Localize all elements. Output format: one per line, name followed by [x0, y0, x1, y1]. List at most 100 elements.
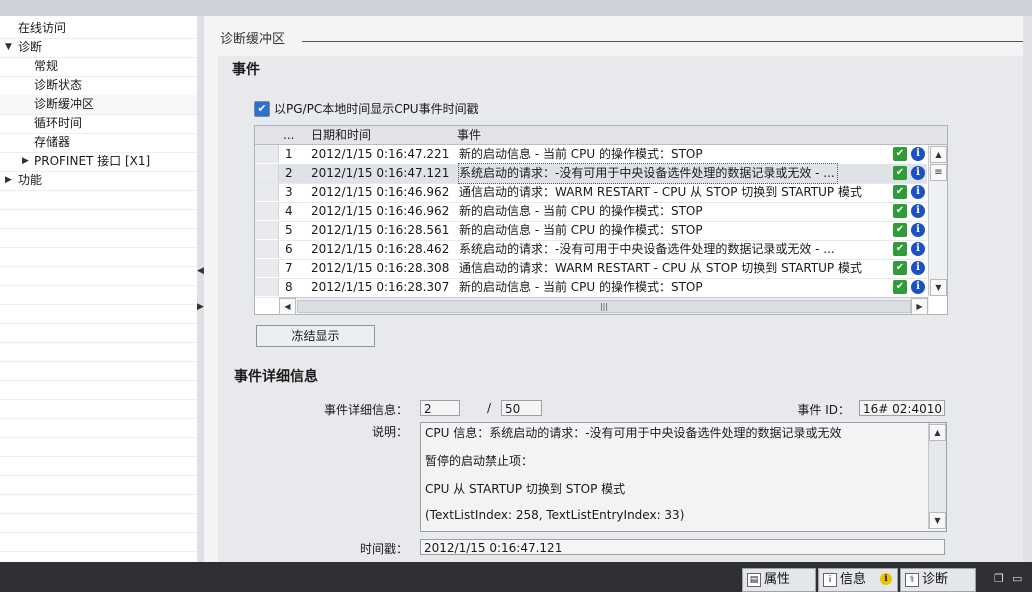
- diagnostics-icon: ⚕: [905, 573, 919, 587]
- table-row-selected[interactable]: 2 2012/1/15 0:16:47.121 系统启动的请求：-没有可用于中央…: [255, 163, 927, 184]
- top-bar: [0, 0, 1032, 17]
- info-icon[interactable]: i: [911, 147, 925, 161]
- tree-item-label: 诊断缓冲区: [34, 97, 95, 111]
- scroll-thumb[interactable]: |||: [297, 300, 911, 313]
- info-icon[interactable]: i: [911, 280, 925, 294]
- event-detail-label: 事件详细信息：: [323, 403, 408, 417]
- scroll-down-icon[interactable]: ▼: [929, 512, 946, 529]
- collapse-left-icon[interactable]: ◀: [197, 264, 204, 278]
- row-number: 8: [285, 280, 293, 294]
- local-time-checkbox[interactable]: ✔: [254, 101, 270, 117]
- row-number: 6: [285, 242, 293, 256]
- diagnostics-tab-label: 诊断: [922, 572, 949, 587]
- freeze-display-button[interactable]: 冻结显示: [256, 325, 375, 347]
- info-icon[interactable]: i: [911, 223, 925, 237]
- info-warning-icon: i: [880, 573, 892, 585]
- table-header: ... 日期和时间 事件: [255, 126, 947, 145]
- right-edge-strip: [1023, 16, 1032, 562]
- event-detail-index-field[interactable]: 2: [420, 400, 460, 416]
- row-event: 系统启动的请求：-没有可用于中央设备选件处理的数据记录或无效 - ...: [458, 163, 838, 184]
- ok-check-icon: ✔: [893, 204, 907, 218]
- tree-item-cycle-time[interactable]: 循环时间: [0, 114, 197, 134]
- row-datetime: 2012/1/15 0:16:28.308: [311, 261, 450, 275]
- collapsed-arrow-icon[interactable]: ▶: [5, 171, 12, 190]
- content-area: 诊断缓冲区 事件 ✔ 以PG/PC本地时间显示CPU事件时间戳 ... 日期和时…: [204, 16, 1032, 562]
- tree-item-profinet-interface[interactable]: ▶ PROFINET 接口 [X1]: [0, 152, 197, 172]
- tree-item-label: 诊断状态: [34, 78, 83, 92]
- row-datetime: 2012/1/15 0:16:46.962: [311, 204, 450, 218]
- row-event: 系统启动的请求：-没有可用于中央设备选件处理的数据记录或无效 - ...: [459, 242, 835, 256]
- expand-right-icon[interactable]: ▶: [197, 300, 204, 314]
- table-row[interactable]: 5 2012/1/15 0:16:28.561 新的启动信息 - 当前 CPU …: [255, 221, 927, 241]
- table-row[interactable]: 7 2012/1/15 0:16:28.308 通信启动的请求：WARM RES…: [255, 259, 927, 279]
- ok-check-icon: ✔: [893, 242, 907, 256]
- tree-item-diagnostic-status[interactable]: 诊断状态: [0, 76, 197, 96]
- diagnostics-tab[interactable]: ⚕ 诊断: [900, 568, 976, 592]
- tree-item-functions[interactable]: ▶ 功能: [0, 171, 197, 191]
- table-row[interactable]: 3 2012/1/15 0:16:46.962 通信启动的请求：WARM RES…: [255, 183, 927, 203]
- navigation-tree: 在线访问 ▼ 诊断 常规 诊断状态 诊断缓冲区 循环时间 存储器 ▶ PROFI…: [0, 16, 198, 562]
- pane-splitter[interactable]: ◀ ▶: [197, 16, 204, 562]
- info-icon[interactable]: i: [911, 185, 925, 199]
- table-row[interactable]: 4 2012/1/15 0:16:46.962 新的启动信息 - 当前 CPU …: [255, 202, 927, 222]
- info-tab-icon: i: [823, 573, 837, 587]
- table-row[interactable]: 1 2012/1/15 0:16:47.221 新的启动信息 - 当前 CPU …: [255, 145, 927, 165]
- tree-item-label: PROFINET 接口 [X1]: [34, 154, 151, 168]
- info-icon[interactable]: i: [911, 261, 925, 275]
- scroll-up-icon[interactable]: ▲: [929, 424, 946, 441]
- minimize-panel-icon[interactable]: ▭: [1012, 572, 1022, 585]
- scroll-down-icon[interactable]: ▼: [930, 279, 947, 296]
- expanded-arrow-icon[interactable]: ▼: [5, 38, 12, 57]
- column-header-event[interactable]: 事件: [457, 127, 481, 143]
- properties-icon: ▤: [747, 573, 761, 587]
- event-id-label: 事件 ID：: [797, 403, 850, 417]
- row-event: 新的启动信息 - 当前 CPU 的操作模式：STOP: [459, 280, 703, 294]
- description-scrollbar[interactable]: ▲ ▼: [928, 423, 946, 529]
- tree-item-general[interactable]: 常规: [0, 57, 197, 77]
- ok-check-icon: ✔: [893, 185, 907, 199]
- table-vertical-scrollbar[interactable]: ▲ ≡ ▼: [928, 145, 947, 296]
- info-tab[interactable]: i 信息 i: [818, 568, 898, 592]
- column-header-index[interactable]: ...: [283, 127, 294, 143]
- row-number: 7: [285, 261, 293, 275]
- section-title: 诊断缓冲区: [220, 32, 286, 47]
- description-label: 说明：: [371, 425, 408, 439]
- row-number: 1: [285, 147, 293, 161]
- ok-check-icon: ✔: [893, 261, 907, 275]
- column-header-datetime[interactable]: 日期和时间: [311, 127, 371, 143]
- tree-item-online-access[interactable]: 在线访问: [0, 19, 197, 39]
- row-datetime: 2012/1/15 0:16:47.121: [311, 166, 450, 180]
- info-icon[interactable]: i: [911, 242, 925, 256]
- scroll-grip-icon[interactable]: ≡: [930, 164, 947, 181]
- table-horizontal-scrollbar[interactable]: ◀ ||| ▶: [279, 297, 929, 315]
- tree-item-diagnostics[interactable]: ▼ 诊断: [0, 38, 197, 58]
- event-details-heading: 事件详细信息: [234, 369, 318, 385]
- tree-item-label: 存储器: [34, 135, 71, 149]
- tree-item-label: 循环时间: [34, 116, 83, 130]
- table-row[interactable]: 6 2012/1/15 0:16:28.462 系统启动的请求：-没有可用于中央…: [255, 240, 927, 260]
- info-tab-label: 信息: [840, 572, 867, 587]
- description-box[interactable]: CPU 信息：系统启动的请求：-没有可用于中央设备选件处理的数据记录或无效 暂停…: [420, 422, 947, 532]
- table-row[interactable]: 8 2012/1/15 0:16:28.307 新的启动信息 - 当前 CPU …: [255, 278, 927, 298]
- properties-tab[interactable]: ▤ 属性: [742, 568, 816, 592]
- ok-check-icon: ✔: [893, 147, 907, 161]
- description-line: 暂停的启动禁止项：: [425, 454, 534, 468]
- index-separator: /: [487, 401, 492, 415]
- scroll-left-icon[interactable]: ◀: [279, 298, 296, 315]
- properties-tab-label: 属性: [764, 572, 791, 587]
- event-id-field: 16# 02:4010: [859, 400, 945, 416]
- info-icon[interactable]: i: [911, 166, 925, 180]
- row-event: 通信启动的请求：WARM RESTART - CPU 从 STOP 切换到 ST…: [459, 185, 862, 199]
- description-line: (TextListIndex: 258, TextListEntryIndex:…: [425, 508, 685, 522]
- events-heading: 事件: [232, 62, 260, 78]
- local-time-checkbox-label: 以PG/PC本地时间显示CPU事件时间戳: [274, 102, 479, 116]
- info-icon[interactable]: i: [911, 204, 925, 218]
- scroll-up-icon[interactable]: ▲: [930, 146, 947, 163]
- description-line: CPU 信息：系统启动的请求：-没有可用于中央设备选件处理的数据记录或无效: [425, 426, 842, 440]
- row-number: 4: [285, 204, 293, 218]
- scroll-right-icon[interactable]: ▶: [911, 298, 928, 315]
- tree-item-memory[interactable]: 存储器: [0, 133, 197, 153]
- restore-window-icon[interactable]: ❐: [994, 572, 1004, 585]
- collapsed-arrow-icon[interactable]: ▶: [22, 152, 29, 171]
- tree-item-diagnostic-buffer[interactable]: 诊断缓冲区: [0, 95, 197, 115]
